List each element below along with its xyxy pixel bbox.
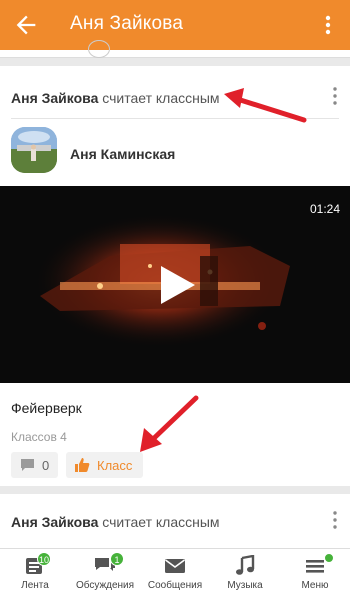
actor-name[interactable]: Аня Зайкова	[11, 90, 98, 106]
feed-badge: 10	[37, 552, 51, 566]
video-title[interactable]: Фейерверк	[11, 400, 82, 416]
actor-name[interactable]: Аня Зайкова	[11, 514, 98, 530]
nav-item-menu[interactable]: Меню	[280, 549, 350, 595]
author-avatar[interactable]	[11, 127, 57, 173]
nav-label: Сообщения	[147, 580, 203, 591]
previous-card-edge	[0, 40, 350, 58]
arrow-left-icon[interactable]	[12, 11, 40, 39]
music-icon	[236, 555, 255, 575]
activity-verb: считает классным	[102, 514, 220, 530]
comment-count: 0	[42, 458, 50, 473]
activity-verb: считает классным	[102, 90, 220, 106]
nav-item-discussions[interactable]: 1 Обсуждения	[70, 549, 140, 595]
author-name[interactable]: Аня Каминская	[70, 146, 175, 162]
hamburger-menu-icon	[306, 560, 324, 573]
video-duration: 01:24	[309, 202, 340, 216]
class-label: Класс	[97, 458, 133, 473]
menu-badge	[324, 553, 334, 563]
activity-line: Аня Зайкова считает классным	[11, 90, 220, 106]
avatar-photo	[11, 127, 57, 173]
previous-card-fragment	[88, 40, 110, 58]
nav-item-feed[interactable]: 10 Лента	[0, 549, 70, 595]
card-options-icon[interactable]	[332, 510, 338, 530]
likes-count[interactable]: Классов 4	[11, 430, 67, 444]
feed-card: Аня Зайкова считает классным Аня Каминск…	[0, 66, 350, 486]
nav-item-music[interactable]: Музыка	[210, 549, 280, 595]
bottom-navigation: 10 Лента 1 Обсуждения Сообщения Музыка М…	[0, 548, 350, 595]
app-bar: Аня Зайкова	[0, 0, 350, 50]
thumbs-up-icon	[75, 458, 90, 472]
mail-icon	[165, 559, 185, 573]
video-player[interactable]: 01:24	[0, 186, 350, 383]
activity-line: Аня Зайкова считает классным	[11, 514, 220, 530]
class-button[interactable]: Класс	[66, 452, 143, 478]
nav-label: Меню	[301, 580, 329, 591]
discussions-badge: 1	[110, 552, 124, 566]
more-vert-icon[interactable]	[318, 13, 338, 37]
page-title: Аня Зайкова	[70, 13, 184, 34]
divider	[11, 118, 339, 119]
nav-item-messages[interactable]: Сообщения	[140, 549, 210, 595]
play-icon[interactable]	[153, 262, 199, 308]
nav-label: Обсуждения	[75, 580, 135, 591]
card-options-icon[interactable]	[332, 86, 338, 106]
feed-card: Аня Зайкова считает классным	[0, 494, 350, 550]
nav-label: Лента	[21, 580, 49, 591]
comment-icon	[21, 459, 34, 471]
comment-button[interactable]: 0	[11, 452, 58, 478]
nav-label: Музыка	[227, 580, 263, 591]
